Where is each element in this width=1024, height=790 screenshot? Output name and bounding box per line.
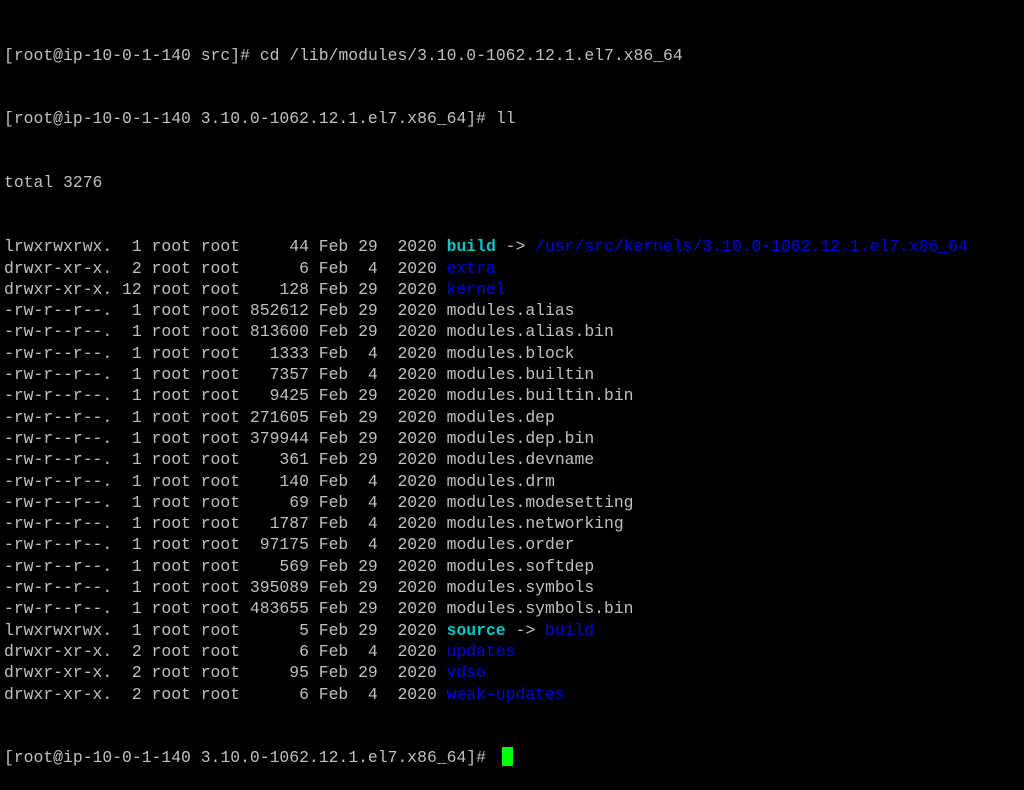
listing-row: drwxr-xr-x. 2 root root 95 Feb 29 2020 v… — [4, 662, 1020, 683]
command-line: [root@ip-10-0-1-140 src]# cd /lib/module… — [4, 45, 1020, 66]
total-line: total 3276 — [4, 173, 103, 193]
file-metadata: -rw-r--r--. 1 root root 1333 Feb 4 2020 — [4, 343, 447, 363]
file-metadata: drwxr-xr-x. 2 root root 6 Feb 4 2020 — [4, 684, 447, 704]
file-name: modules.order — [446, 535, 575, 555]
file-name: modules.networking — [446, 514, 624, 534]
file-metadata: drwxr-xr-x. 2 root root 95 Feb 29 2020 — [4, 663, 447, 683]
listing-row: -rw-r--r--. 1 root root 483655 Feb 29 20… — [4, 598, 1020, 619]
file-name: modules.alias.bin — [446, 322, 614, 342]
terminal-window[interactable]: [root@ip-10-0-1-140 src]# cd /lib/module… — [4, 2, 1020, 768]
file-metadata: -rw-r--r--. 1 root root 9425 Feb 29 2020 — [4, 386, 447, 406]
file-metadata: -rw-r--r--. 1 root root 395089 Feb 29 20… — [4, 578, 447, 598]
symlink-target: build — [545, 620, 595, 640]
shell-prompt: [root@ip-10-0-1-140 3.10.0-1062.12.1.el7… — [4, 109, 496, 129]
shell-prompt: [root@ip-10-0-1-140 3.10.0-1062.12.1.el7… — [4, 748, 496, 768]
file-name: modules.modesetting — [446, 492, 634, 512]
file-metadata: -rw-r--r--. 1 root root 140 Feb 4 2020 — [4, 471, 447, 491]
file-name: modules.dep — [446, 407, 555, 427]
directory-name: updates — [446, 641, 516, 661]
listing-row: -rw-r--r--. 1 root root 9425 Feb 29 2020… — [4, 385, 1020, 406]
file-name: modules.softdep — [446, 556, 595, 576]
file-name: modules.block — [446, 343, 575, 363]
listing-row: -rw-r--r--. 1 root root 140 Feb 4 2020 m… — [4, 471, 1020, 492]
symlink-arrow: -> — [505, 620, 546, 640]
file-metadata: -rw-r--r--. 1 root root 1787 Feb 4 2020 — [4, 514, 447, 534]
listing-row: -rw-r--r--. 1 root root 271605 Feb 29 20… — [4, 407, 1020, 428]
listing-row: drwxr-xr-x. 2 root root 6 Feb 4 2020 ext… — [4, 258, 1020, 279]
text-cursor — [501, 747, 513, 767]
file-name: modules.symbols.bin — [446, 599, 634, 619]
listing-row: drwxr-xr-x. 2 root root 6 Feb 4 2020 upd… — [4, 641, 1020, 662]
directory-name: vdso — [446, 663, 486, 683]
file-metadata: drwxr-xr-x. 2 root root 6 Feb 4 2020 — [4, 641, 447, 661]
file-metadata: -rw-r--r--. 1 root root 7357 Feb 4 2020 — [4, 365, 447, 385]
directory-name: extra — [446, 258, 496, 278]
listing-row: lrwxrwxrwx. 1 root root 5 Feb 29 2020 so… — [4, 620, 1020, 641]
listing-row: drwxr-xr-x. 2 root root 6 Feb 4 2020 wea… — [4, 684, 1020, 705]
directory-name: weak-updates — [446, 684, 565, 704]
file-metadata: drwxr-xr-x. 2 root root 6 Feb 4 2020 — [4, 258, 447, 278]
symlink-target: /usr/src/kernels/3.10.0-1062.12.1.el7.x8… — [535, 237, 968, 257]
file-metadata: -rw-r--r--. 1 root root 813600 Feb 29 20… — [4, 322, 447, 342]
directory-listing: lrwxrwxrwx. 1 root root 44 Feb 29 2020 b… — [4, 236, 1020, 705]
listing-row: -rw-r--r--. 1 root root 379944 Feb 29 20… — [4, 428, 1020, 449]
listing-row: -rw-r--r--. 1 root root 1333 Feb 4 2020 … — [4, 343, 1020, 364]
file-name: modules.alias — [446, 301, 575, 321]
file-name: modules.drm — [446, 471, 555, 491]
listing-row: -rw-r--r--. 1 root root 69 Feb 4 2020 mo… — [4, 492, 1020, 513]
file-metadata: -rw-r--r--. 1 root root 271605 Feb 29 20… — [4, 407, 447, 427]
file-metadata: -rw-r--r--. 1 root root 69 Feb 4 2020 — [4, 492, 447, 512]
listing-row: -rw-r--r--. 1 root root 97175 Feb 4 2020… — [4, 534, 1020, 555]
file-metadata: -rw-r--r--. 1 root root 852612 Feb 29 20… — [4, 301, 447, 321]
symlink-name: build — [446, 237, 496, 257]
file-name: modules.dep.bin — [446, 428, 595, 448]
shell-prompt: [root@ip-10-0-1-140 src]# — [4, 45, 260, 65]
listing-row: -rw-r--r--. 1 root root 395089 Feb 29 20… — [4, 577, 1020, 598]
command-line: [root@ip-10-0-1-140 3.10.0-1062.12.1.el7… — [4, 108, 1020, 129]
symlink-arrow: -> — [495, 237, 536, 257]
listing-row: lrwxrwxrwx. 1 root root 44 Feb 29 2020 b… — [4, 236, 1020, 257]
listing-row: -rw-r--r--. 1 root root 7357 Feb 4 2020 … — [4, 364, 1020, 385]
symlink-name: source — [446, 620, 506, 640]
directory-name: kernel — [446, 279, 506, 299]
listing-row: -rw-r--r--. 1 root root 813600 Feb 29 20… — [4, 321, 1020, 342]
file-metadata: -rw-r--r--. 1 root root 361 Feb 29 2020 — [4, 450, 447, 470]
file-name: modules.devname — [446, 450, 595, 470]
file-metadata: drwxr-xr-x. 12 root root 128 Feb 29 2020 — [4, 279, 447, 299]
file-metadata: -rw-r--r--. 1 root root 483655 Feb 29 20… — [4, 599, 447, 619]
file-metadata: lrwxrwxrwx. 1 root root 44 Feb 29 2020 — [4, 237, 447, 257]
file-name: modules.builtin.bin — [446, 386, 634, 406]
listing-row: drwxr-xr-x. 12 root root 128 Feb 29 2020… — [4, 279, 1020, 300]
listing-row: -rw-r--r--. 1 root root 361 Feb 29 2020 … — [4, 449, 1020, 470]
file-name: modules.symbols — [446, 578, 595, 598]
file-metadata: -rw-r--r--. 1 root root 379944 Feb 29 20… — [4, 428, 447, 448]
listing-row: -rw-r--r--. 1 root root 1787 Feb 4 2020 … — [4, 513, 1020, 534]
active-prompt-line[interactable]: [root@ip-10-0-1-140 3.10.0-1062.12.1.el7… — [4, 747, 1020, 768]
command-text: cd /lib/modules/3.10.0-1062.12.1.el7.x86… — [259, 45, 683, 65]
file-name: modules.builtin — [446, 365, 595, 385]
command-text: ll — [495, 109, 516, 129]
file-metadata: lrwxrwxrwx. 1 root root 5 Feb 29 2020 — [4, 620, 447, 640]
listing-row: -rw-r--r--. 1 root root 569 Feb 29 2020 … — [4, 556, 1020, 577]
file-metadata: -rw-r--r--. 1 root root 569 Feb 29 2020 — [4, 556, 447, 576]
file-metadata: -rw-r--r--. 1 root root 97175 Feb 4 2020 — [4, 535, 447, 555]
listing-row: -rw-r--r--. 1 root root 852612 Feb 29 20… — [4, 300, 1020, 321]
